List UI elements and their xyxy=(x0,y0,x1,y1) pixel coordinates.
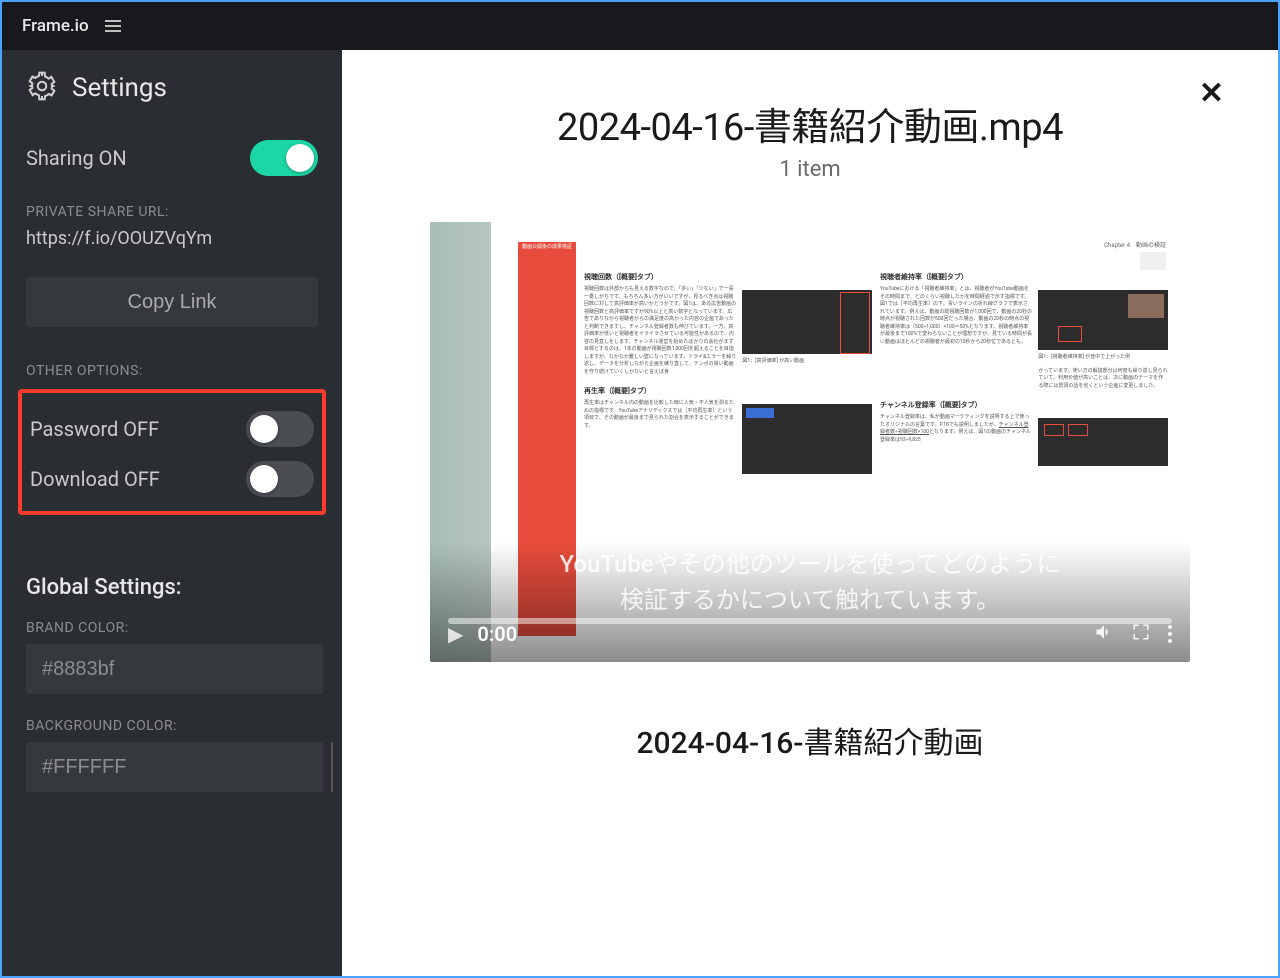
settings-title: Settings xyxy=(72,73,167,103)
bg-color-label: BACKGROUND COLOR: xyxy=(26,718,318,734)
file-title: 2024-04-16-書籍紹介動画.mp4 xyxy=(402,96,1218,151)
share-url: https://f.io/OOUZVqYm xyxy=(26,228,318,249)
play-icon[interactable]: ▶ xyxy=(448,622,463,646)
video-player[interactable]: 動画公開後の成果検証 Chapter 4 動画の検証 視聴回数（[概要]タブ） … xyxy=(430,222,1190,662)
sharing-label: Sharing ON xyxy=(26,146,127,170)
menu-icon[interactable] xyxy=(105,20,121,32)
brand-color-input[interactable] xyxy=(26,644,323,694)
sharing-toggle[interactable] xyxy=(250,140,318,176)
download-label: Download OFF xyxy=(30,467,160,491)
gear-icon xyxy=(26,70,58,106)
mini-chart xyxy=(742,404,872,474)
section-heading: 再生率（[概要]タブ） xyxy=(584,386,872,396)
mini-chart xyxy=(1038,418,1168,466)
section-heading: 視聴回数（[概要]タブ） xyxy=(584,272,872,282)
topbar: Frame.io xyxy=(2,2,1278,50)
main-content: ✕ 2024-04-16-書籍紹介動画.mp4 1 item 動画公開後の成果検… xyxy=(342,50,1278,976)
timecode: 0:00 xyxy=(477,622,517,646)
close-icon[interactable]: ✕ xyxy=(1199,76,1224,111)
body-text: チャンネル登録率は、私が動画マーケティングを説明する上で使ったオリジナルの言葉で… xyxy=(880,414,1032,470)
bg-color-swatch[interactable] xyxy=(331,742,333,792)
other-options-label: OTHER OPTIONS: xyxy=(26,363,318,379)
bg-color-input[interactable] xyxy=(26,742,323,792)
body-text: 視聴回数は外部からも見える数字なので、「多い」「少ない」で一喜一憂しがちです。も… xyxy=(584,286,736,376)
caption-text: 図1：[視聴者維持率] が途中で上がった例 xyxy=(1038,354,1168,362)
chapter-label: Chapter 4 動画の検証 xyxy=(1104,240,1166,249)
fullscreen-icon[interactable] xyxy=(1132,623,1150,646)
brand-label: Frame.io xyxy=(22,16,89,36)
more-icon[interactable] xyxy=(1168,625,1172,643)
download-toggle[interactable] xyxy=(246,461,314,497)
mini-chart xyxy=(742,290,872,354)
chapter-icon xyxy=(1140,252,1166,270)
body-text: 再生率はチャンネル内の動画を比較した時に人気・不人気を測るための指標です。You… xyxy=(584,400,736,478)
mini-chart xyxy=(1038,290,1168,350)
share-url-label: PRIVATE SHARE URL: xyxy=(26,204,318,220)
caption-title: 2024-04-16-書籍紹介動画 xyxy=(402,718,1218,762)
section-heading: チャンネル登録率（[概要]タブ） xyxy=(880,400,1168,410)
copy-link-button[interactable]: Copy Link xyxy=(26,277,318,327)
section-heading: 視聴者維持率（[概要]タブ） xyxy=(880,272,1168,282)
item-count: 1 item xyxy=(402,157,1218,182)
volume-icon[interactable] xyxy=(1094,622,1114,647)
brand-color-label: BRAND COLOR: xyxy=(26,620,318,636)
global-settings-title: Global Settings: xyxy=(26,575,318,600)
password-label: Password OFF xyxy=(30,417,159,441)
highlighted-options: Password OFF Download OFF xyxy=(18,389,326,515)
body-text: YouTubeにおける「視聴者維持率」とは、視聴者がYouTube動画をその時間… xyxy=(880,286,1032,390)
settings-sidebar: Settings Sharing ON PRIVATE SHARE URL: h… xyxy=(2,50,342,976)
body-text: かっています。使い方の解説部分は何度も繰り返し見られていて。利用价値が高いことは… xyxy=(1038,368,1168,391)
caption-text: 図1：[高評価率] が高い動画 xyxy=(742,358,872,366)
password-toggle[interactable] xyxy=(246,411,314,447)
